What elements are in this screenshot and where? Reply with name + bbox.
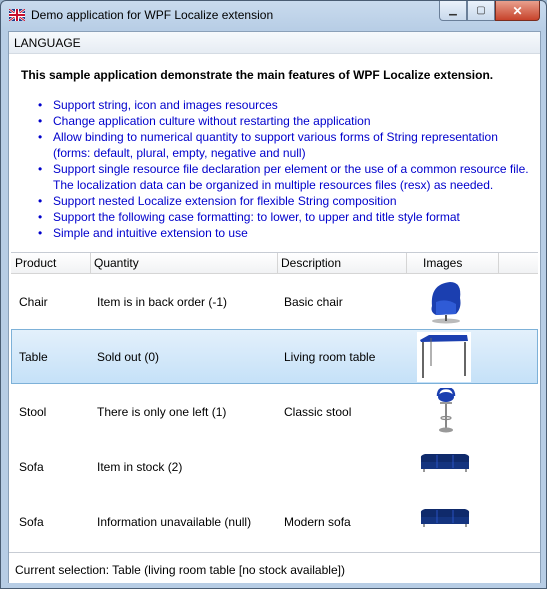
product-grid: Product Quantity Description Images Chai… (11, 252, 538, 551)
feature-item: Support single resource file declaration… (35, 161, 535, 193)
column-divider[interactable] (406, 253, 407, 273)
maximize-icon: ▢ (476, 5, 486, 16)
cell-description: Basic chair (284, 295, 343, 309)
cell-description: Classic stool (284, 405, 352, 419)
table-row[interactable]: Chair Item is in back order (-1) Basic c… (11, 274, 538, 329)
table-row[interactable]: Stool There is only one left (1) Classic… (11, 384, 538, 439)
grid-header: Product Quantity Description Images (11, 253, 538, 274)
close-button[interactable]: ✕ (495, 1, 540, 21)
table-row[interactable]: Sofa Information unavailable (null) Mode… (11, 494, 538, 549)
table-row[interactable]: Sofa Item in stock (2) (11, 439, 538, 494)
column-header-images[interactable]: Images (423, 256, 462, 270)
cell-product: Stool (19, 405, 47, 419)
feature-item: Support nested Localize extension for fl… (35, 193, 535, 209)
sofa-image (420, 454, 470, 472)
cell-description: Living room table (284, 350, 376, 364)
table-row-selected[interactable]: Table Sold out (0) Living room table (11, 329, 538, 384)
feature-list: Support string, icon and images resource… (35, 97, 535, 241)
status-bar: Current selection: Table (living room ta… (9, 552, 540, 583)
column-header-product[interactable]: Product (15, 256, 56, 270)
cell-product: Chair (19, 295, 48, 309)
cell-product: Table (19, 350, 48, 364)
column-divider[interactable] (90, 253, 91, 273)
menu-bar: LANGUAGE (9, 32, 540, 54)
uk-flag-icon (9, 9, 25, 21)
minimize-button[interactable]: ▁ (439, 1, 467, 21)
cell-product: Sofa (19, 515, 44, 529)
title-bar[interactable]: Demo application for WPF Localize extens… (1, 1, 546, 31)
cell-product: Sofa (19, 460, 44, 474)
feature-item: Allow binding to numerical quantity to s… (35, 129, 535, 161)
table-image (417, 332, 471, 382)
cell-quantity: Sold out (0) (97, 350, 160, 364)
column-header-description[interactable]: Description (281, 256, 341, 270)
column-header-quantity[interactable]: Quantity (94, 256, 139, 270)
menu-language[interactable]: LANGUAGE (14, 36, 81, 50)
cell-quantity: There is only one left (1) (97, 405, 227, 419)
cell-description: Modern sofa (284, 515, 351, 529)
feature-item: Support the following case formatting: t… (35, 209, 535, 225)
stool-image (436, 388, 456, 433)
feature-item: Support string, icon and images resource… (35, 97, 535, 113)
cell-quantity: Information unavailable (null) (97, 515, 252, 529)
close-icon: ✕ (512, 3, 523, 18)
sofa-image (420, 509, 470, 527)
window-title: Demo application for WPF Localize extens… (31, 8, 274, 22)
feature-item: Simple and intuitive extension to use (35, 225, 535, 241)
status-text: Current selection: Table (living room ta… (15, 563, 345, 577)
feature-item: Change application culture without resta… (35, 113, 535, 129)
intro-text: This sample application demonstrate the … (21, 68, 494, 82)
maximize-button[interactable]: ▢ (467, 1, 495, 21)
minimize-icon: ▁ (449, 5, 457, 16)
chair-image (431, 282, 461, 324)
app-window: Demo application for WPF Localize extens… (0, 0, 547, 589)
column-divider[interactable] (498, 253, 499, 273)
cell-quantity: Item is in back order (-1) (97, 295, 228, 309)
client-area: LANGUAGE This sample application demonst… (8, 31, 541, 583)
cell-quantity: Item in stock (2) (97, 460, 183, 474)
column-divider[interactable] (277, 253, 278, 273)
